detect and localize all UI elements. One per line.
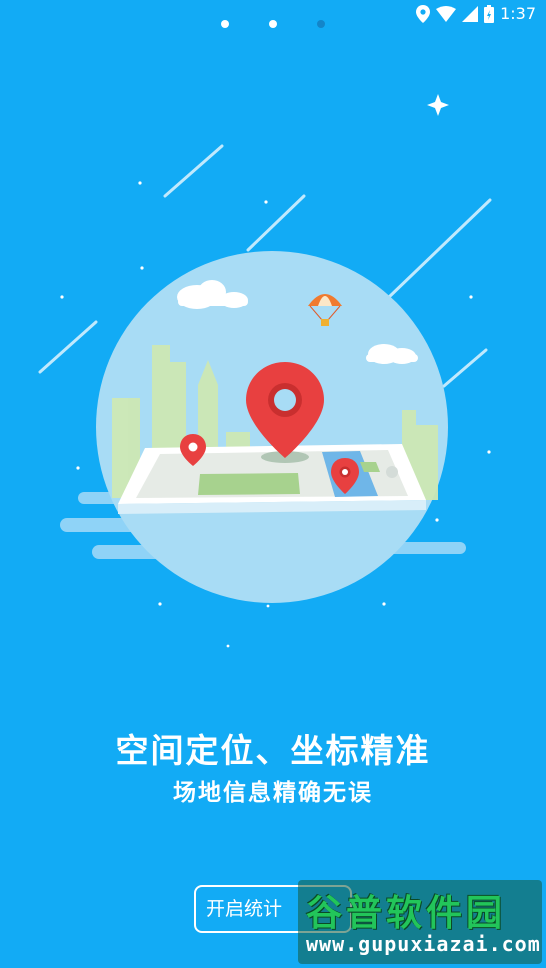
watermark-url: www.gupuxiazai.com [306,932,541,956]
location-illustration [38,94,492,648]
page-title: 空间定位、坐标精准 [115,731,431,770]
page-subtitle: 场地信息精确无误 [173,780,373,806]
watermark: 谷普软件园 www.gupuxiazai.com [298,880,542,964]
watermark-title: 谷普软件园 [306,893,507,934]
